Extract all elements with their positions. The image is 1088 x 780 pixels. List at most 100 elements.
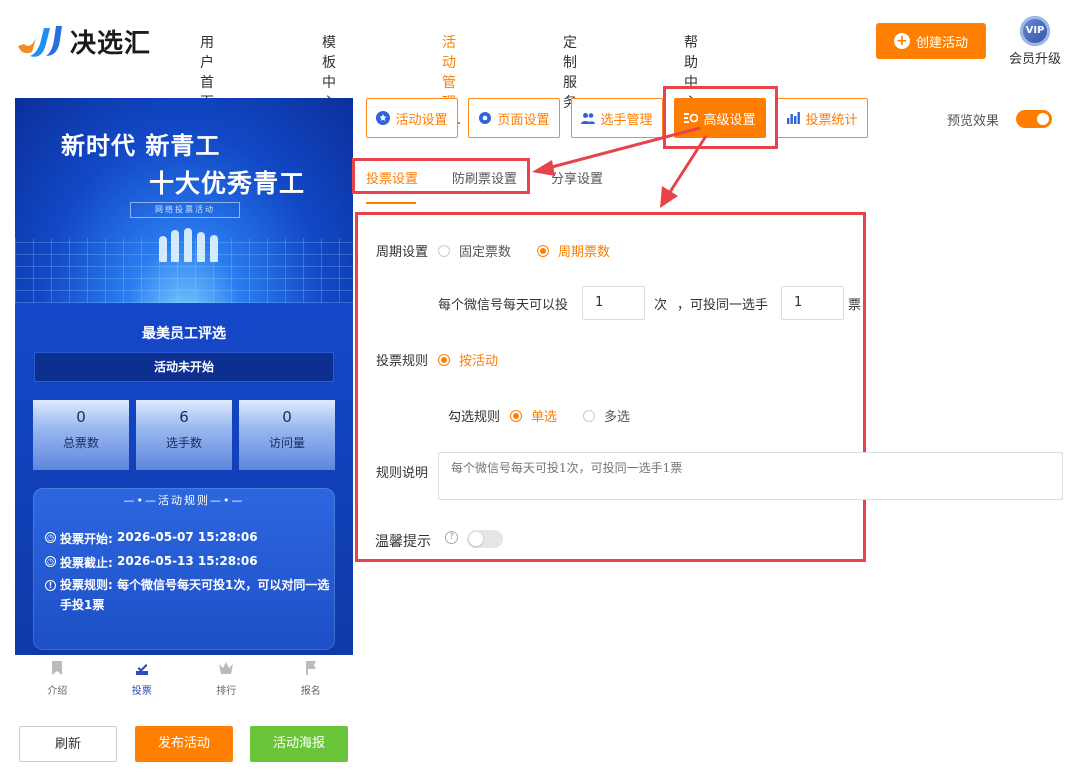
crown-icon	[219, 662, 234, 674]
banner-title-line2: 十大优秀青工	[149, 169, 306, 198]
vip-badge-icon: VIP	[1020, 16, 1050, 46]
radio-fixed-votes[interactable]: 固定票数	[438, 241, 511, 260]
stat-label: 选手数	[165, 436, 202, 450]
per-day-input[interactable]: 1	[582, 286, 645, 320]
preview-activity-title: 最美员工评选	[142, 326, 226, 342]
check-rule-label: 勾选规则	[448, 410, 501, 425]
radio-cycle-votes[interactable]: 周期票数	[537, 241, 610, 260]
preview-stats: 0 总票数 6 选手数 0 访问量	[33, 400, 335, 470]
rule-start-value: 2026-05-07 15:28:06	[117, 530, 258, 544]
subtab-active-indicator	[366, 202, 416, 204]
same-player-input[interactable]: 1	[781, 286, 844, 320]
vip-upgrade[interactable]: VIP 会员升级	[1008, 16, 1062, 67]
users-icon	[581, 113, 596, 124]
publish-activity-button[interactable]: 发布活动	[135, 726, 233, 762]
radio-multi-choice-label: 多选	[604, 410, 631, 425]
tab-player-management[interactable]: 选手管理	[571, 98, 663, 138]
tab-vote-statistics-label: 投票统计	[805, 112, 858, 128]
banner-people-illustration	[155, 226, 225, 262]
bookmark-icon	[52, 661, 63, 675]
rules-title-text: 活动规则	[158, 494, 210, 507]
tab-activity-settings-label: 活动设置	[395, 112, 448, 128]
tab-rank-label: 排行	[216, 686, 237, 697]
per-day-label: 每个微信号每天可以投	[438, 298, 569, 313]
preview-effect-toggle[interactable]	[1016, 110, 1052, 128]
create-activity-label: 创建活动	[915, 35, 968, 51]
preview-rules-card: —•—活动规则—•— ◷ 投票开始: 2026-05-07 15:28:06 ◷…	[33, 488, 335, 650]
refresh-button[interactable]: 刷新	[19, 726, 117, 762]
preview-status-bar: 活动未开始	[34, 352, 334, 382]
rule-end-label: 投票截止:	[60, 556, 113, 570]
top-header: 决选汇 用户首页 模板中心 活动管理 定制服务 帮助中心 + 创建活动 VIP …	[0, 0, 1088, 124]
logo-text: 决选汇	[70, 28, 152, 59]
banner-title-line1: 新时代 新青工	[61, 132, 221, 160]
tab-signup-label: 报名	[300, 686, 321, 697]
clock-icon: ◷	[45, 532, 56, 543]
rule-description-textarea[interactable]	[438, 452, 1063, 500]
rule-vote-label: 投票规则:	[60, 578, 113, 592]
cycle-setting-label: 周期设置	[376, 245, 429, 260]
radio-fixed-votes-label: 固定票数	[459, 245, 512, 260]
tab-vote[interactable]: 投票	[100, 655, 185, 699]
stat-label: 访问量	[268, 436, 305, 450]
subtab-share-settings[interactable]: 分享设置	[551, 168, 603, 187]
banner-tag: 网络投票活动	[130, 202, 240, 218]
info-icon: !	[45, 580, 56, 591]
same-player-label: ，可投同一选手	[677, 298, 769, 313]
radio-dot	[537, 244, 549, 257]
radio-cycle-votes-label: 周期票数	[558, 245, 611, 260]
tab-intro[interactable]: 介绍	[15, 655, 100, 699]
radio-dot	[583, 409, 595, 422]
radio-single-choice-label: 单选	[531, 410, 558, 425]
create-activity-button[interactable]: + 创建活动	[876, 23, 986, 59]
tab-vote-label: 投票	[131, 686, 152, 697]
highlight-subtabs	[352, 158, 530, 194]
mobile-preview: 新时代 新青工 十大优秀青工 网络投票活动 最美员工评选 活动未开始 0 总票数…	[15, 98, 353, 655]
stat-value: 0	[76, 408, 86, 426]
rules-title: —•—活动规则—•—	[123, 494, 245, 507]
radio-multi-choice[interactable]: 多选	[583, 406, 630, 425]
logo-mark-icon	[18, 26, 62, 57]
stat-visits: 0 访问量	[239, 400, 335, 470]
logo[interactable]: 决选汇	[16, 22, 151, 60]
help-icon[interactable]: ?	[445, 531, 458, 544]
stat-value: 6	[179, 408, 189, 426]
preview-tabbar: 介绍 投票 排行 报名	[15, 655, 353, 699]
rule-end: ◷ 投票截止: 2026-05-13 15:28:06	[45, 554, 258, 571]
activity-poster-button[interactable]: 活动海报	[250, 726, 348, 762]
stat-value: 0	[282, 408, 292, 426]
rule-end-value: 2026-05-13 15:28:06	[117, 554, 258, 568]
clock-icon: ◷	[45, 556, 56, 567]
gear-icon	[479, 112, 492, 124]
tab-player-management-label: 选手管理	[600, 112, 653, 128]
tab-activity-settings[interactable]: 活动设置	[366, 98, 458, 138]
radio-dot	[438, 244, 450, 257]
preview-banner: 新时代 新青工 十大优秀青工 网络投票活动	[15, 98, 353, 303]
bar-chart-icon	[787, 112, 801, 124]
stat-total-votes: 0 总票数	[33, 400, 129, 470]
radio-by-activity-label: 按活动	[459, 354, 499, 369]
vote-rule-label: 投票规则	[376, 354, 429, 369]
rule-vote-text: 投票规则: 每个微信号每天可投1次，可以对同一选手投1票	[60, 575, 330, 615]
rule-description-label: 规则说明	[376, 466, 429, 481]
vip-label: 会员升级	[1008, 52, 1061, 67]
vote-icon	[135, 664, 148, 675]
tip-toggle[interactable]	[467, 530, 503, 548]
times-unit: 次	[654, 298, 668, 313]
radio-dot	[510, 409, 522, 422]
rule-start: ◷ 投票开始: 2026-05-07 15:28:06	[45, 530, 258, 547]
plus-icon: +	[893, 33, 910, 49]
tab-page-settings[interactable]: 页面设置	[468, 98, 560, 138]
tab-page-settings-label: 页面设置	[497, 112, 550, 128]
tab-signup[interactable]: 报名	[269, 655, 354, 699]
tab-intro-label: 介绍	[47, 686, 68, 697]
stat-label: 总票数	[62, 436, 99, 450]
radio-by-activity[interactable]: 按活动	[438, 350, 498, 369]
rule-start-label: 投票开始:	[60, 532, 113, 546]
radio-single-choice[interactable]: 单选	[510, 406, 557, 425]
preview-effect-label: 预览效果	[947, 114, 1000, 129]
tab-rank[interactable]: 排行	[184, 655, 269, 699]
radio-dot	[438, 353, 450, 366]
highlight-vote-settings-panel	[355, 212, 866, 562]
tab-vote-statistics[interactable]: 投票统计	[776, 98, 868, 138]
